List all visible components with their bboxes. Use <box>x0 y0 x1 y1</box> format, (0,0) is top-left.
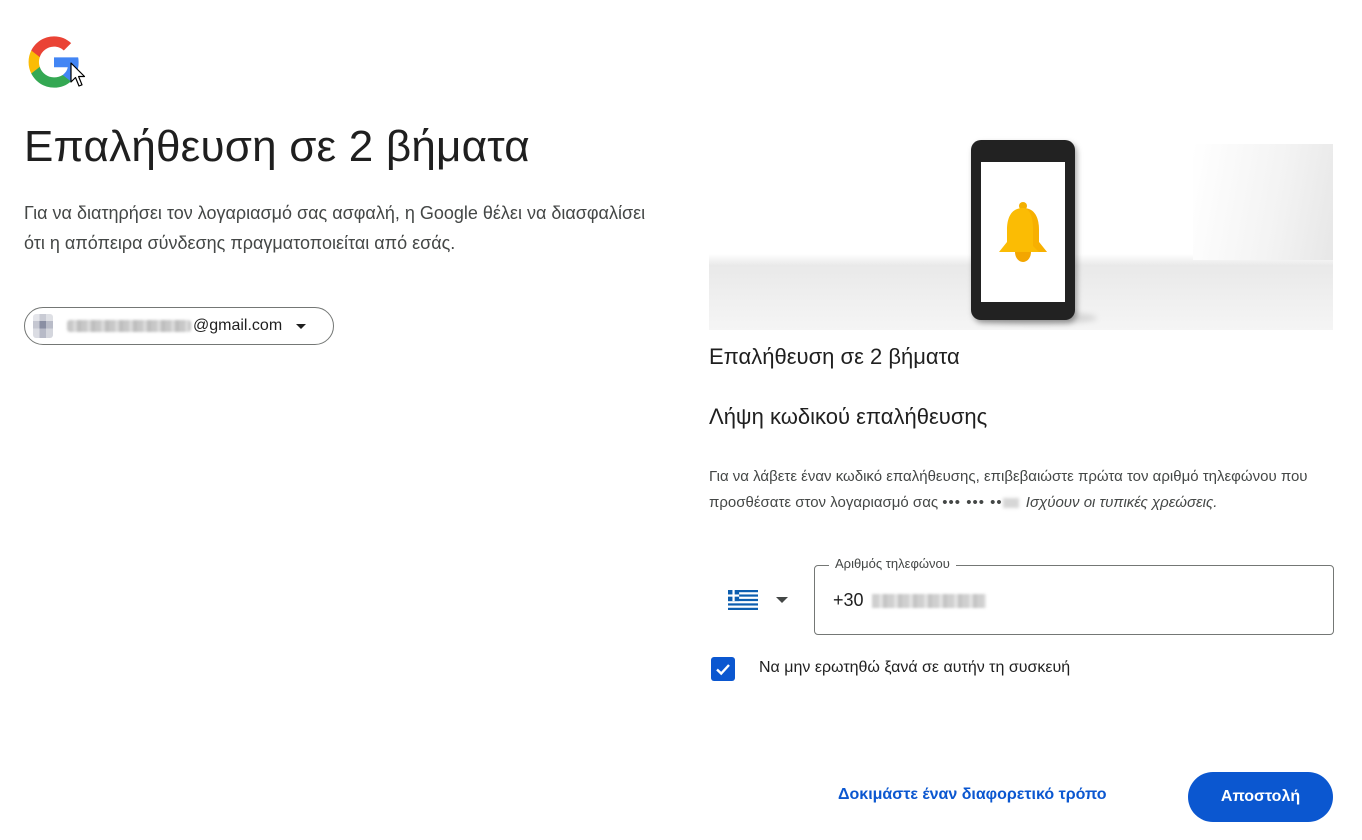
remember-device-label: Να μην ερωτηθώ ξανά σε αυτήν τη συσκευή <box>759 659 1071 676</box>
page-title: Επαλήθευση σε 2 βήματα <box>24 122 530 171</box>
phone-number-input[interactable]: +30 <box>833 590 986 611</box>
country-code: +30 <box>833 590 864 610</box>
try-another-way-link[interactable]: Δοκιμάστε έναν διαφορετικό τρόπο <box>838 786 1107 804</box>
page-subtitle: Για να διατηρήσει τον λογαριασμό σας ασφ… <box>24 203 646 253</box>
check-icon <box>716 664 730 676</box>
avatar <box>33 314 53 338</box>
chevron-down-icon <box>776 597 788 603</box>
account-chip[interactable]: @gmail.com <box>24 307 334 345</box>
remember-device-checkbox[interactable] <box>711 657 735 681</box>
card-subheading: Λήψη κωδικού επαλήθευσης <box>709 404 988 429</box>
greece-flag-icon <box>728 590 758 610</box>
charges-notice: Ισχύουν οι τυπικές χρεώσεις. <box>1025 494 1218 511</box>
phone-number-field[interactable]: Αριθμός τηλεφώνου +30 <box>814 556 1334 635</box>
number-redacted <box>1002 498 1019 509</box>
illustration-wall <box>1193 144 1333 260</box>
phone-illustration <box>709 140 1333 330</box>
phone-number-label: Αριθμός τηλεφώνου <box>829 556 956 571</box>
mouse-pointer-icon <box>70 62 86 87</box>
send-button[interactable]: Αποστολή <box>1188 772 1333 822</box>
phone-icon <box>971 140 1075 320</box>
phone-screen <box>981 162 1065 302</box>
email-domain: @gmail.com <box>193 317 283 334</box>
card-heading: Επαλήθευση σε 2 βήματα <box>709 344 960 369</box>
country-selector[interactable] <box>722 575 798 625</box>
chevron-down-icon <box>296 323 307 329</box>
phone-number-redacted <box>871 593 986 608</box>
email-redacted <box>67 320 191 332</box>
account-email: @gmail.com <box>67 317 282 335</box>
card-description: Για να λάβετε έναν κωδικό επαλήθευσης, ε… <box>709 464 1329 516</box>
masked-phone-number: ••• ••• •• <box>942 494 1003 511</box>
bell-icon <box>999 202 1047 262</box>
